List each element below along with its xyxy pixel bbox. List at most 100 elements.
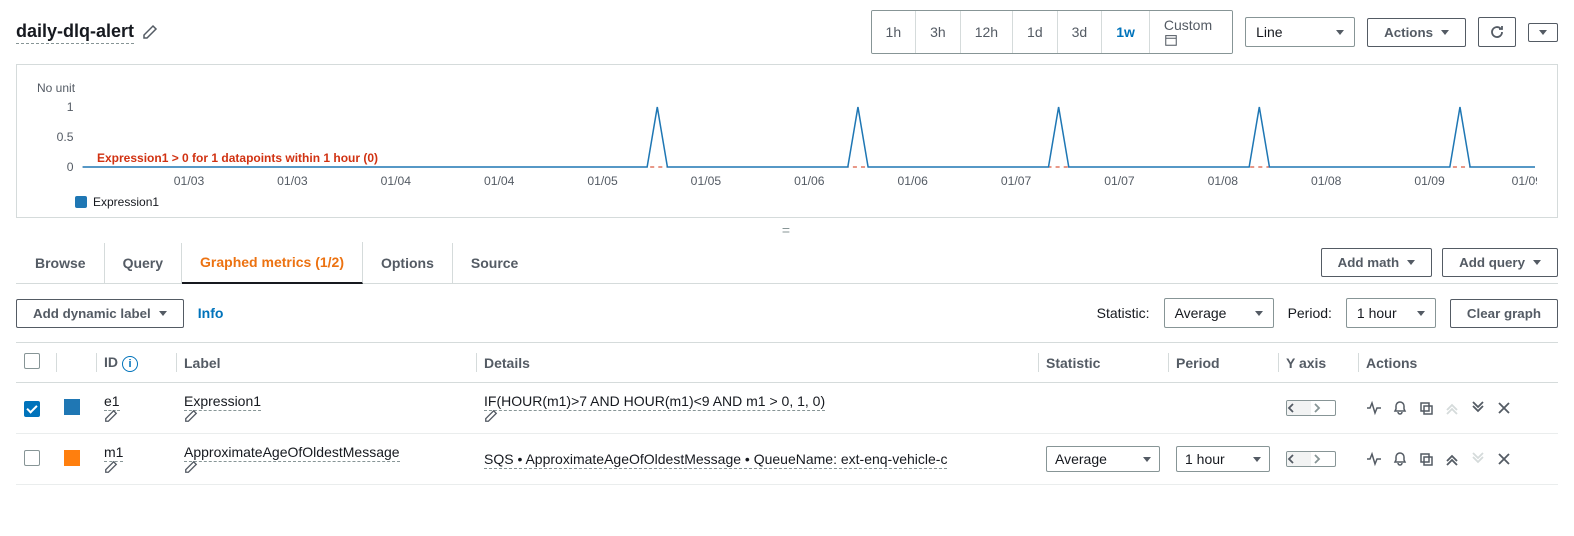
edit-icon[interactable] bbox=[104, 460, 168, 474]
edit-icon[interactable] bbox=[104, 409, 168, 423]
svg-text:01/06: 01/06 bbox=[794, 174, 825, 188]
caret-down-icon bbox=[1336, 30, 1344, 35]
move-up-icon[interactable] bbox=[1444, 451, 1460, 467]
time-range-1h[interactable]: 1h bbox=[872, 11, 917, 53]
add-math-label: Add math bbox=[1338, 255, 1399, 270]
chart-area[interactable]: 1 0.5 0 01/03 01/03 01/04 01/04 01/05 01… bbox=[37, 99, 1537, 189]
edit-icon[interactable] bbox=[184, 409, 468, 423]
refresh-button[interactable] bbox=[1478, 17, 1516, 47]
add-query-label: Add query bbox=[1459, 255, 1525, 270]
caret-down-icon bbox=[1253, 457, 1261, 462]
row-checkbox[interactable] bbox=[24, 401, 40, 417]
period-label: Period: bbox=[1288, 305, 1332, 321]
svg-text:01/07: 01/07 bbox=[1001, 174, 1032, 188]
add-dynamic-label-button[interactable]: Add dynamic label bbox=[16, 299, 184, 328]
page-title: daily-dlq-alert bbox=[16, 21, 134, 44]
svg-text:01/03: 01/03 bbox=[277, 174, 308, 188]
svg-text:01/08: 01/08 bbox=[1208, 174, 1239, 188]
row-statistic-select[interactable]: Average bbox=[1046, 446, 1160, 472]
time-range-custom[interactable]: Custom bbox=[1150, 11, 1232, 53]
resize-handle[interactable]: = bbox=[0, 218, 1574, 242]
chart-panel: No unit 1 0.5 0 01/03 01/03 01/04 01/04 … bbox=[16, 64, 1558, 218]
tab-source[interactable]: Source bbox=[453, 243, 536, 283]
time-range-3h[interactable]: 3h bbox=[916, 11, 961, 53]
info-icon[interactable]: i bbox=[122, 356, 138, 372]
caret-down-icon bbox=[1533, 260, 1541, 265]
add-query-button[interactable]: Add query bbox=[1442, 248, 1558, 277]
move-up-icon bbox=[1444, 400, 1460, 416]
time-range-1d[interactable]: 1d bbox=[1013, 11, 1058, 53]
actions-button[interactable]: Actions bbox=[1367, 18, 1466, 47]
close-icon[interactable] bbox=[1496, 400, 1512, 416]
statistic-select[interactable]: Average bbox=[1164, 298, 1274, 328]
time-range-12h[interactable]: 12h bbox=[961, 11, 1013, 53]
yaxis-right[interactable] bbox=[1311, 401, 1335, 415]
statistic-value: Average bbox=[1175, 305, 1227, 321]
copy-icon[interactable] bbox=[1418, 400, 1434, 416]
row-period-value: 1 hour bbox=[1185, 451, 1225, 467]
metrics-table: IDi Label Details Statistic Period Y axi… bbox=[16, 342, 1558, 485]
copy-icon[interactable] bbox=[1418, 451, 1434, 467]
select-all-checkbox[interactable] bbox=[24, 353, 40, 369]
metric-id: m1 bbox=[104, 444, 123, 462]
refresh-menu-button[interactable] bbox=[1528, 23, 1558, 42]
color-swatch[interactable] bbox=[64, 450, 80, 466]
legend-swatch-icon bbox=[75, 196, 87, 208]
svg-text:01/05: 01/05 bbox=[691, 174, 722, 188]
svg-text:0: 0 bbox=[67, 160, 74, 174]
calendar-icon bbox=[1164, 33, 1218, 47]
row-statistic-value: Average bbox=[1055, 451, 1107, 467]
caret-down-icon bbox=[1255, 311, 1263, 316]
time-range-1w[interactable]: 1w bbox=[1102, 11, 1150, 53]
add-math-button[interactable]: Add math bbox=[1321, 248, 1432, 277]
time-range-3d[interactable]: 3d bbox=[1058, 11, 1103, 53]
edit-icon[interactable] bbox=[184, 460, 468, 474]
caret-down-icon bbox=[159, 311, 167, 316]
yaxis-toggle[interactable] bbox=[1286, 400, 1336, 416]
svg-text:01/09: 01/09 bbox=[1512, 174, 1537, 188]
page-title-block: daily-dlq-alert bbox=[16, 21, 158, 44]
tab-browse[interactable]: Browse bbox=[16, 243, 105, 283]
tab-query[interactable]: Query bbox=[105, 243, 182, 283]
pulse-icon[interactable] bbox=[1366, 400, 1382, 416]
metric-id: e1 bbox=[104, 393, 120, 411]
caret-down-icon bbox=[1441, 30, 1449, 35]
metric-label: ApproximateAgeOfOldestMessage bbox=[184, 444, 400, 462]
edit-icon[interactable] bbox=[484, 409, 1030, 423]
close-icon[interactable] bbox=[1496, 451, 1512, 467]
tab-options[interactable]: Options bbox=[363, 243, 453, 283]
yaxis-right[interactable] bbox=[1311, 452, 1335, 466]
move-down-icon[interactable] bbox=[1470, 400, 1486, 416]
header: daily-dlq-alert 1h 3h 12h 1d 3d 1w Custo… bbox=[0, 0, 1574, 64]
period-select[interactable]: 1 hour bbox=[1346, 298, 1436, 328]
bell-icon[interactable] bbox=[1392, 400, 1408, 416]
pulse-icon[interactable] bbox=[1366, 451, 1382, 467]
caret-down-icon bbox=[1539, 30, 1547, 35]
caret-down-icon bbox=[1407, 260, 1415, 265]
row-checkbox[interactable] bbox=[24, 450, 40, 466]
bell-icon[interactable] bbox=[1392, 451, 1408, 467]
table-header-row: IDi Label Details Statistic Period Y axi… bbox=[16, 343, 1558, 383]
row-period-select[interactable]: 1 hour bbox=[1176, 446, 1270, 472]
yaxis-toggle[interactable] bbox=[1286, 451, 1336, 467]
tab-row: Browse Query Graphed metrics (1/2) Optio… bbox=[16, 242, 1558, 284]
line-chart: 1 0.5 0 01/03 01/03 01/04 01/04 01/05 01… bbox=[37, 99, 1537, 189]
clear-graph-button[interactable]: Clear graph bbox=[1450, 299, 1558, 328]
yaxis-left[interactable] bbox=[1287, 452, 1311, 466]
caret-down-icon bbox=[1143, 457, 1151, 462]
yaxis-left[interactable] bbox=[1287, 401, 1311, 415]
color-swatch[interactable] bbox=[64, 399, 80, 415]
tab-graphed-metrics[interactable]: Graphed metrics (1/2) bbox=[182, 242, 363, 284]
svg-text:01/07: 01/07 bbox=[1104, 174, 1135, 188]
edit-title-icon[interactable] bbox=[142, 24, 158, 40]
svg-text:01/03: 01/03 bbox=[174, 174, 205, 188]
info-link[interactable]: Info bbox=[198, 305, 224, 321]
row-actions bbox=[1366, 451, 1550, 467]
graph-type-select[interactable]: Line bbox=[1245, 17, 1355, 47]
svg-text:01/05: 01/05 bbox=[587, 174, 618, 188]
svg-text:01/04: 01/04 bbox=[381, 174, 412, 188]
col-details: Details bbox=[476, 343, 1038, 383]
table-row: e1 Expression1 IF(HOUR(m1)>7 AND HOUR(m1… bbox=[16, 383, 1558, 434]
col-label: Label bbox=[176, 343, 476, 383]
col-yaxis: Y axis bbox=[1278, 343, 1358, 383]
